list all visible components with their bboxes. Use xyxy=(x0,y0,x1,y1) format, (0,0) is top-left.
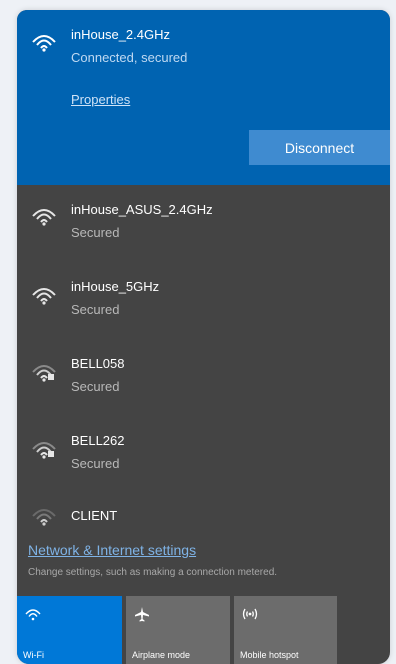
wifi-tile-label: Wi-Fi xyxy=(23,650,44,660)
connected-network-section: inHouse_2.4GHz Connected, secured Proper… xyxy=(17,10,390,185)
airplane-mode-tile[interactable]: Airplane mode xyxy=(126,596,230,664)
wifi-flyout-panel: inHouse_2.4GHz Connected, secured Proper… xyxy=(17,10,390,664)
network-item[interactable]: BELL058 Secured xyxy=(17,342,390,412)
wifi-secured-icon xyxy=(31,437,57,459)
network-item[interactable]: BELL262 Secured xyxy=(17,419,390,489)
connected-network-name: inHouse_2.4GHz xyxy=(71,27,170,42)
hotspot-tile-label: Mobile hotspot xyxy=(240,650,299,660)
wifi-weak-icon xyxy=(31,504,57,526)
network-name: CLIENT xyxy=(71,508,118,523)
network-status: Secured xyxy=(71,302,120,317)
wifi-toggle-tile[interactable]: Wi-Fi xyxy=(17,596,122,664)
mobile-hotspot-tile[interactable]: Mobile hotspot xyxy=(234,596,337,664)
network-settings-description: Change settings, such as making a connec… xyxy=(28,567,278,578)
network-item[interactable]: CLIENT xyxy=(17,498,390,530)
properties-link[interactable]: Properties xyxy=(71,92,130,107)
network-item[interactable]: inHouse_ASUS_2.4GHz Secured xyxy=(17,188,390,258)
network-item[interactable]: inHouse_5GHz Secured xyxy=(17,265,390,335)
wifi-signal-icon xyxy=(31,204,57,226)
network-settings-link[interactable]: Network & Internet settings xyxy=(28,542,196,558)
airplane-tile-label: Airplane mode xyxy=(132,650,191,660)
wifi-icon xyxy=(25,606,41,622)
network-name: inHouse_5GHz xyxy=(71,279,160,294)
hotspot-icon xyxy=(242,606,258,622)
connected-network-status: Connected, secured xyxy=(71,50,188,65)
network-name: inHouse_ASUS_2.4GHz xyxy=(71,202,213,217)
wifi-signal-icon xyxy=(31,283,57,305)
network-name: BELL262 xyxy=(71,433,125,448)
network-name: BELL058 xyxy=(71,356,125,371)
network-status: Secured xyxy=(71,225,120,240)
wifi-signal-icon xyxy=(31,30,57,52)
airplane-icon xyxy=(134,606,150,622)
network-status: Secured xyxy=(71,456,120,471)
wifi-secured-icon xyxy=(31,360,57,382)
disconnect-button[interactable]: Disconnect xyxy=(249,130,390,165)
network-status: Secured xyxy=(71,379,120,394)
